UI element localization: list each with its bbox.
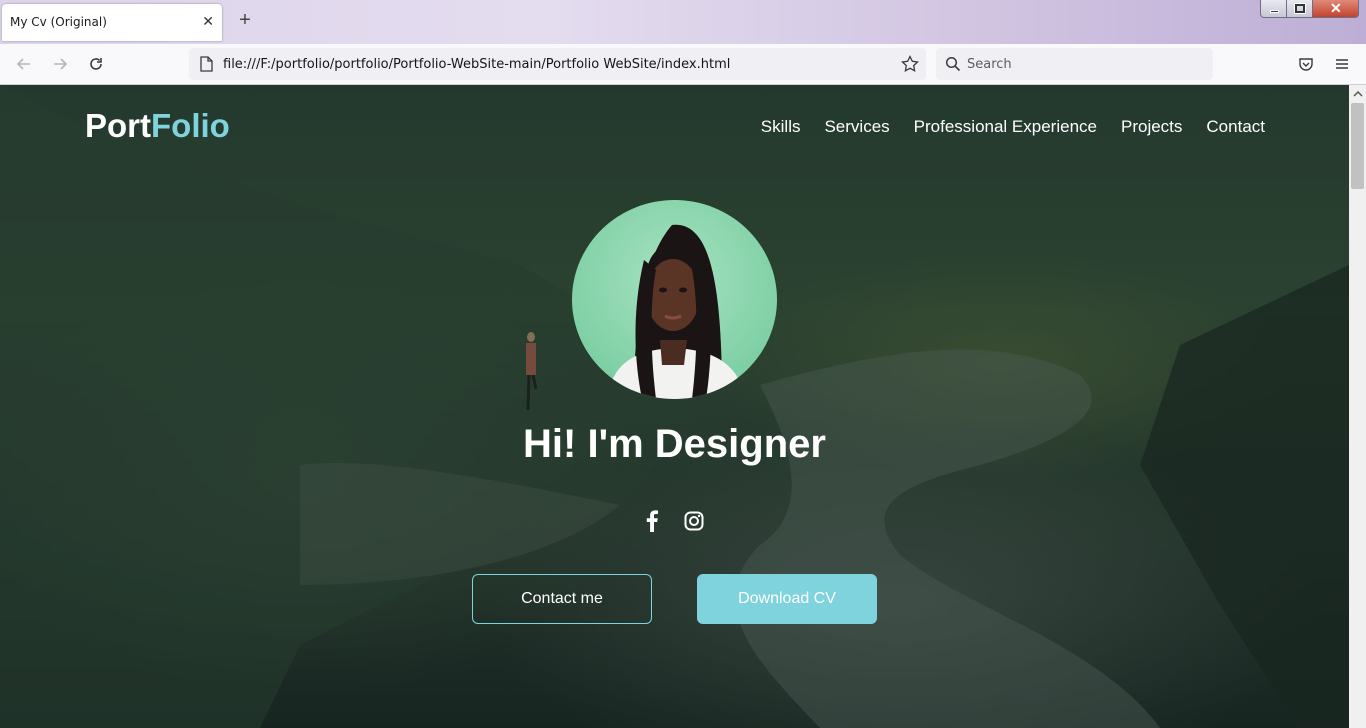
site-nav: Skills Services Professional Experience … <box>761 117 1265 137</box>
reload-icon <box>90 58 102 70</box>
profile-photo <box>572 200 777 399</box>
tab-title: My Cv (Original) <box>10 15 107 29</box>
page-viewport: PortFolio Skills Services Professional E… <box>0 85 1349 728</box>
forward-arrow-icon <box>54 58 68 70</box>
profile-portrait-image <box>607 224 747 399</box>
social-links <box>641 509 705 533</box>
forward-button[interactable] <box>50 54 70 74</box>
browser-tab[interactable]: My Cv (Original) ✕ <box>2 4 222 41</box>
dark-overlay <box>0 85 1349 728</box>
nav-services[interactable]: Services <box>824 117 889 137</box>
close-icon: ✕ <box>1330 0 1342 16</box>
logo-part-1: Port <box>85 107 151 144</box>
search-input[interactable]: Search <box>967 57 1012 72</box>
facebook-link[interactable] <box>641 509 663 533</box>
hamburger-menu-icon <box>1336 59 1348 69</box>
reload-button[interactable] <box>86 54 106 74</box>
scroll-thumb[interactable] <box>1351 103 1364 189</box>
page-icon <box>200 56 213 72</box>
pocket-button[interactable] <box>1296 54 1316 74</box>
menu-button[interactable] <box>1332 54 1352 74</box>
logo-part-2: Folio <box>151 107 230 144</box>
contact-me-button[interactable]: Contact me <box>472 574 652 624</box>
hero-title: Hi! I'm Designer <box>523 422 826 466</box>
tab-close-icon[interactable]: ✕ <box>202 13 214 29</box>
nav-professional-experience[interactable]: Professional Experience <box>914 117 1097 137</box>
scroll-up-arrow-icon[interactable] <box>1353 89 1363 99</box>
bookmark-star-icon[interactable] <box>901 55 919 73</box>
minimize-icon <box>1270 10 1279 13</box>
minimize-button[interactable] <box>1260 0 1287 18</box>
url-text: file:///F:/portfolio/portfolio/Portfolio… <box>223 57 731 72</box>
page-scrollbar[interactable] <box>1349 85 1366 728</box>
new-tab-button[interactable]: + <box>236 10 254 30</box>
instagram-link[interactable] <box>683 509 705 533</box>
site-logo[interactable]: PortFolio <box>85 107 230 145</box>
nav-skills[interactable]: Skills <box>761 117 801 137</box>
nav-contact[interactable]: Contact <box>1206 117 1265 137</box>
maximize-icon <box>1295 4 1305 13</box>
close-window-button[interactable]: ✕ <box>1313 0 1359 18</box>
search-icon <box>945 56 961 72</box>
search-bar[interactable]: Search <box>936 48 1213 80</box>
facebook-icon <box>646 510 658 532</box>
window-controls: ✕ <box>1260 0 1359 18</box>
url-bar[interactable]: file:///F:/portfolio/portfolio/Portfolio… <box>189 48 926 80</box>
back-arrow-icon <box>16 58 30 70</box>
browser-titlebar: My Cv (Original) ✕ + ✕ <box>0 0 1366 44</box>
nav-projects[interactable]: Projects <box>1121 117 1182 137</box>
pocket-icon <box>1299 58 1313 71</box>
back-button[interactable] <box>14 54 34 74</box>
browser-navbar: file:///F:/portfolio/portfolio/Portfolio… <box>0 44 1366 85</box>
instagram-icon <box>684 511 704 531</box>
download-cv-button[interactable]: Download CV <box>697 574 877 624</box>
maximize-button[interactable] <box>1287 0 1313 18</box>
